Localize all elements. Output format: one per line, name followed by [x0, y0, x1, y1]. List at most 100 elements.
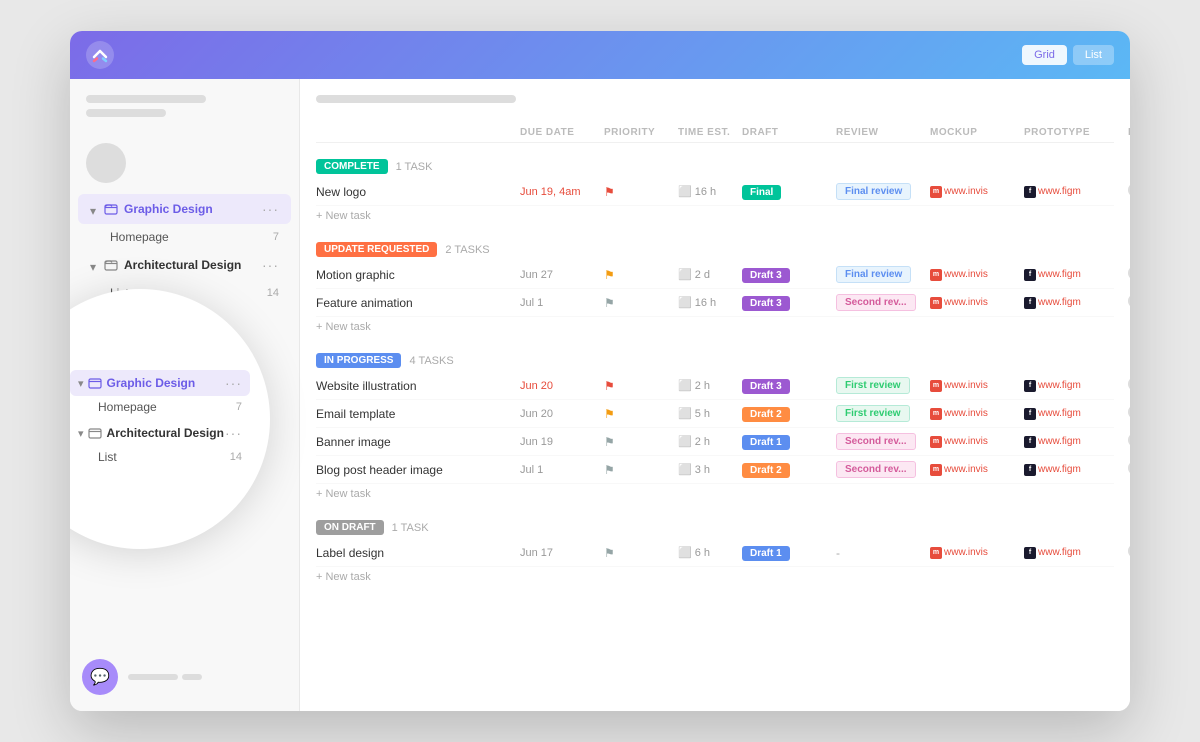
- progress-task-count: 4 TASKS: [409, 355, 453, 367]
- col-reviewer: REVIEWER: [1128, 127, 1130, 138]
- task-row[interactable]: Motion graphic Jun 27 ⚑ ⬜2 d Draft 3 Fin…: [316, 261, 1114, 289]
- task-priority: ⚑: [604, 463, 674, 477]
- task-reviewer: [1128, 266, 1130, 283]
- task-prototype[interactable]: fwww.figm: [1024, 269, 1124, 281]
- task-due-date: Jul 1: [520, 297, 600, 309]
- add-task-button-draft[interactable]: + New task: [316, 567, 1114, 587]
- task-mockup[interactable]: mwww.invis: [930, 436, 1020, 448]
- spotlight-arch-dots[interactable]: ···: [225, 425, 242, 441]
- task-prototype[interactable]: fwww.figm: [1024, 380, 1124, 392]
- task-prototype[interactable]: fwww.figm: [1024, 186, 1124, 198]
- col-priority: PRIORITY: [604, 127, 674, 138]
- column-headers: DUE DATE PRIORITY TIME EST. DRAFT REVIEW…: [316, 123, 1114, 143]
- task-review: First review: [836, 405, 926, 422]
- task-row[interactable]: Label design Jun 17 ⚑ ⬜6 h Draft 1 - mww…: [316, 539, 1114, 567]
- task-name: Feature animation: [316, 296, 516, 310]
- col-time-est: TIME EST.: [678, 127, 738, 138]
- sidebar-footer: 💬: [82, 659, 202, 695]
- section-complete-header: COMPLETE 1 TASK: [316, 151, 1114, 178]
- sidebar-sub-item-homepage[interactable]: Homepage 7: [78, 225, 291, 249]
- chat-button[interactable]: 💬: [82, 659, 118, 695]
- task-row[interactable]: Banner image Jun 19 ⚑ ⬜2 h Draft 1 Secon…: [316, 428, 1114, 456]
- graphic-design-label: Graphic Design: [124, 202, 262, 216]
- task-mockup[interactable]: mwww.invis: [930, 186, 1020, 198]
- task-reviewer: [1128, 461, 1130, 478]
- task-mockup[interactable]: mwww.invis: [930, 547, 1020, 559]
- task-due-date: Jun 19: [520, 436, 600, 448]
- spotlight-graphic-dots[interactable]: ···: [225, 375, 242, 391]
- chevron-right-icon: ▾: [90, 260, 100, 270]
- task-mockup[interactable]: mwww.invis: [930, 464, 1020, 476]
- spotlight-arch-label: Architectural Design: [107, 426, 225, 440]
- task-priority: ⚑: [604, 435, 674, 449]
- task-reviewer: [1128, 433, 1130, 450]
- task-due-date: Jun 19, 4am: [520, 186, 600, 198]
- task-mockup[interactable]: mwww.invis: [930, 269, 1020, 281]
- task-reviewer: [1128, 183, 1130, 200]
- task-prototype[interactable]: fwww.figm: [1024, 297, 1124, 309]
- spotlight-folder-icon: [88, 376, 102, 390]
- footer-bar-1: [128, 674, 178, 680]
- task-time: ⬜2 h: [678, 379, 738, 392]
- add-task-button-update[interactable]: + New task: [316, 317, 1114, 337]
- task-mockup[interactable]: mwww.invis: [930, 380, 1020, 392]
- folder-2-icon: [104, 258, 118, 272]
- task-time: ⬜5 h: [678, 407, 738, 420]
- sidebar-item-graphic-design[interactable]: ▾ Graphic Design ···: [78, 194, 291, 224]
- task-mockup[interactable]: mwww.invis: [930, 297, 1020, 309]
- task-row[interactable]: Feature animation Jul 1 ⚑ ⬜16 h Draft 3 …: [316, 289, 1114, 317]
- task-reviewer: [1128, 405, 1130, 422]
- spotlight-homepage-label: Homepage: [98, 400, 236, 414]
- add-task-button-complete[interactable]: + New task: [316, 206, 1114, 226]
- task-priority: ⚑: [604, 407, 674, 421]
- task-due-date: Jul 1: [520, 464, 600, 476]
- col-review: REVIEW: [836, 127, 926, 138]
- col-due-date: DUE DATE: [520, 127, 600, 138]
- task-row[interactable]: Website illustration Jun 20 ⚑ ⬜2 h Draft…: [316, 372, 1114, 400]
- chevron-down-icon: ▾: [90, 204, 100, 214]
- spotlight-homepage[interactable]: Homepage 7: [70, 396, 250, 418]
- task-priority: ⚑: [604, 185, 674, 199]
- add-task-button-progress[interactable]: + New task: [316, 484, 1114, 504]
- task-row[interactable]: New logo Jun 19, 4am ⚑ ⬜16 h Final Final…: [316, 178, 1114, 206]
- spotlight-graphic-design[interactable]: ▾ Graphic Design ···: [70, 370, 250, 396]
- task-priority: ⚑: [604, 546, 674, 560]
- section-update-header: UPDATE REQUESTED 2 TASKS: [316, 234, 1114, 261]
- task-row[interactable]: Email template Jun 20 ⚑ ⬜5 h Draft 2 Fir…: [316, 400, 1114, 428]
- task-time: ⬜2 d: [678, 268, 738, 281]
- spotlight-list[interactable]: List 14: [70, 446, 250, 468]
- spotlight-graphic-label: Graphic Design: [107, 376, 225, 390]
- app-header: Grid List: [70, 31, 1130, 79]
- task-due-date: Jun 17: [520, 547, 600, 559]
- graphic-design-dots[interactable]: ···: [262, 201, 279, 217]
- homepage-count: 7: [273, 231, 279, 243]
- sidebar-logo-area: [70, 95, 299, 135]
- badge-complete: COMPLETE: [316, 159, 388, 174]
- task-prototype[interactable]: fwww.figm: [1024, 408, 1124, 420]
- homepage-label: Homepage: [110, 230, 273, 244]
- main-content: DUE DATE PRIORITY TIME EST. DRAFT REVIEW…: [300, 79, 1130, 711]
- task-prototype[interactable]: fwww.figm: [1024, 464, 1124, 476]
- task-row[interactable]: Blog post header image Jul 1 ⚑ ⬜3 h Draf…: [316, 456, 1114, 484]
- task-prototype[interactable]: fwww.figm: [1024, 436, 1124, 448]
- spotlight-list-count: 14: [230, 451, 242, 463]
- spotlight-architectural-design[interactable]: ▾ Architectural Design ···: [70, 420, 250, 446]
- task-reviewer: [1128, 377, 1130, 394]
- task-reviewer: [1128, 294, 1130, 311]
- col-draft: DRAFT: [742, 127, 832, 138]
- task-priority: ⚑: [604, 379, 674, 393]
- task-prototype[interactable]: fwww.figm: [1024, 547, 1124, 559]
- task-draft: Draft 3: [742, 267, 832, 283]
- task-draft: Draft 2: [742, 406, 832, 422]
- spotlight-list-label: List: [98, 450, 230, 464]
- app-logo: [86, 41, 114, 69]
- list-view-button[interactable]: List: [1073, 45, 1114, 65]
- task-review: Final review: [836, 266, 926, 283]
- grid-view-button[interactable]: Grid: [1022, 45, 1067, 65]
- col-task: [316, 127, 516, 138]
- col-mockup: MOCKUP: [930, 127, 1020, 138]
- architectural-design-dots[interactable]: ···: [262, 257, 279, 273]
- sidebar-item-architectural-design[interactable]: ▾ Architectural Design ···: [78, 250, 291, 280]
- complete-task-count: 1 TASK: [396, 161, 433, 173]
- task-mockup[interactable]: mwww.invis: [930, 408, 1020, 420]
